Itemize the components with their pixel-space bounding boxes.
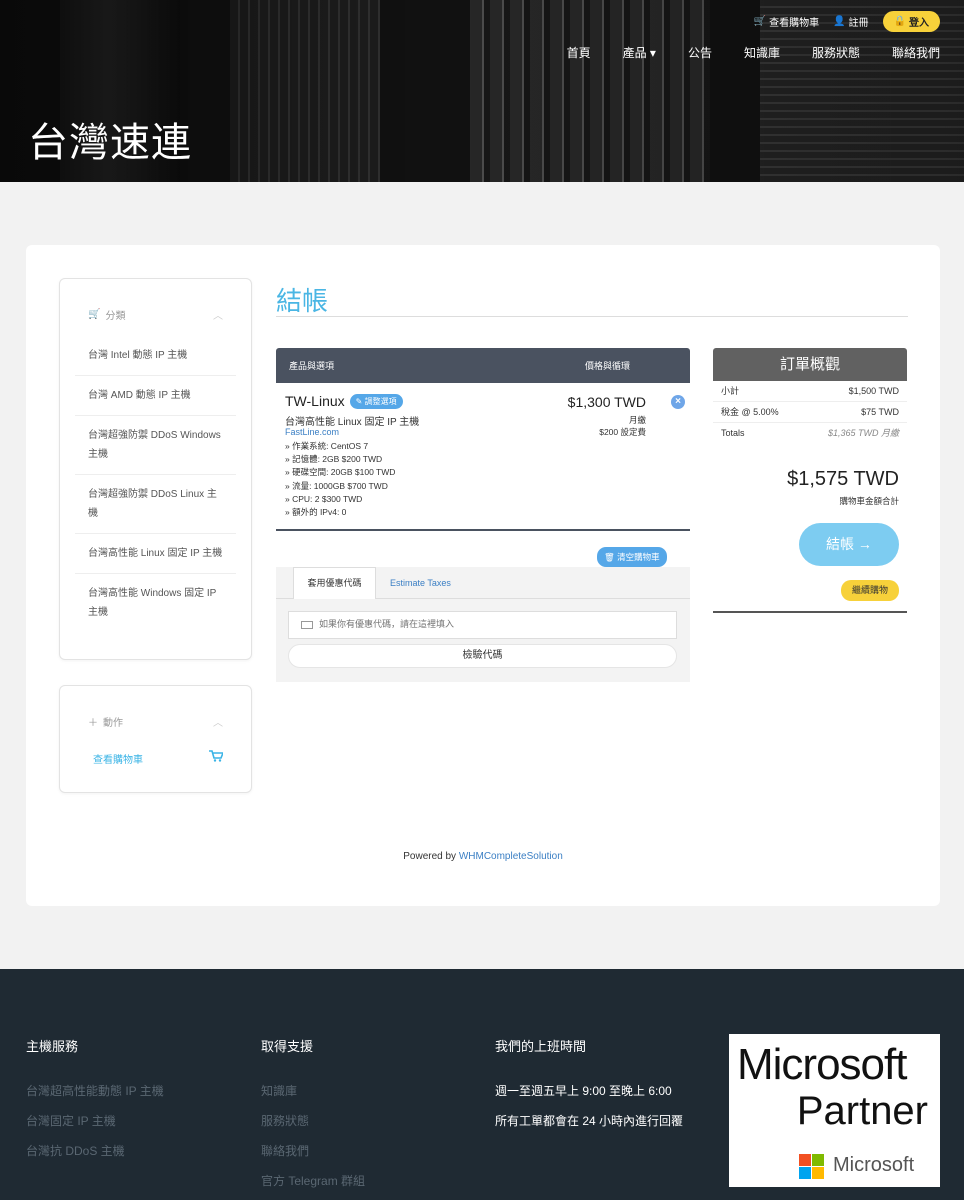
cart-table-header: 產品與選項 價格與循環 — [276, 348, 690, 383]
product-options: » 作業系統: CentOS 7 » 記憶體: 2GB $200 TWD » 硬… — [285, 440, 395, 519]
remove-item-icon[interactable]: × — [671, 395, 685, 409]
nav-products[interactable]: 產品 ▾ — [623, 44, 656, 61]
footer-link[interactable]: 聯絡我們 — [261, 1136, 365, 1166]
footer-link[interactable]: 台灣固定 IP 主機 — [26, 1106, 164, 1136]
brand-title[interactable]: 台灣速連 — [28, 110, 192, 168]
tax-row: 稅金 @ 5.00% $75 TWD — [713, 402, 907, 423]
lock-icon: 🔒 — [893, 16, 906, 27]
promo-code-input[interactable] — [288, 611, 677, 639]
category-header[interactable]: 🛒 分類 — [88, 307, 125, 322]
product-group: 台灣高性能 Linux 固定 IP 主機 — [285, 417, 420, 428]
main-panel: 🛒 分類 ︿ 台灣 Intel 動態 IP 主機 台灣 AMD 動態 IP 主機… — [26, 245, 940, 906]
footer-link[interactable]: 知識庫 — [261, 1076, 365, 1106]
edit-options-button[interactable]: ✎ 調整選項 — [349, 393, 403, 409]
footer-support: 取得支援 知識庫 服務狀態 聯絡我們 官方 Telegram 群組 — [261, 1036, 365, 1196]
cart-table: 產品與選項 價格與循環 TW-Linux ✎ 調整選項 台灣高性能 Linux … — [276, 348, 690, 531]
footer-link[interactable]: 官方 Telegram 群組 — [261, 1166, 365, 1196]
option-bandwidth: » 流量: 1000GB $700 TWD — [285, 480, 388, 491]
chevron-up-icon[interactable]: ︿ — [213, 307, 223, 322]
nav-contact[interactable]: 聯絡我們 — [892, 44, 940, 61]
empty-cart-button[interactable]: 🗑 清空購物車 — [597, 547, 667, 567]
sidebar-item-amd-dynamic[interactable]: 台灣 AMD 動態 IP 主機 — [75, 376, 236, 416]
summary-title: 訂單概觀 — [713, 348, 907, 381]
page-title: 結帳 — [276, 287, 329, 317]
item-price: $1,300 TWD — [567, 394, 646, 410]
continue-shopping-button[interactable]: 繼續購物 — [841, 580, 899, 601]
category-sidebar: 🛒 分類 ︿ 台灣 Intel 動態 IP 主機 台灣 AMD 動態 IP 主機… — [59, 278, 252, 660]
option-cpu: » CPU: 2 $300 TWD — [285, 493, 363, 504]
tab-estimate-taxes[interactable]: Estimate Taxes — [390, 567, 451, 599]
trash-icon: 🗑 — [604, 552, 615, 562]
cart-icon: 🛒 — [753, 16, 767, 27]
footer-link[interactable]: 台灣抗 DDoS 主機 — [26, 1136, 164, 1166]
ticket-icon — [301, 621, 313, 629]
hero-header: 🛒 查看購物車 👤 註冊 🔒 登入 首頁 產品 ▾ 公告 知識庫 服務狀態 聯絡… — [0, 0, 964, 182]
main-nav: 首頁 產品 ▾ 公告 知識庫 服務狀態 聯絡我們 — [535, 44, 940, 61]
product-name: TW-Linux ✎ 調整選項 — [285, 393, 403, 409]
top-utility-bar: 🛒 查看購物車 👤 註冊 🔒 登入 — [754, 11, 940, 32]
view-cart-link[interactable]: 🛒 查看購物車 — [754, 14, 819, 29]
cart-icon — [209, 750, 223, 762]
cart-icon: 🛒 — [88, 309, 101, 320]
sidebar-item-ddos-linux[interactable]: 台灣超強防禦 DDoS Linux 主機 — [75, 475, 236, 534]
plus-icon: ＋ — [88, 718, 98, 729]
footer-link[interactable]: 服務狀態 — [261, 1106, 365, 1136]
validate-code-button[interactable]: 檢驗代碼 — [288, 644, 677, 668]
actions-sidebar: ＋ 動作 ︿ 查看購物車 — [59, 685, 252, 793]
col-product: 產品與選項 — [289, 361, 335, 371]
powered-by: Powered by WHMCompleteSolution — [403, 851, 563, 862]
view-cart-action[interactable]: 查看購物車 — [93, 751, 143, 766]
divider — [276, 316, 908, 317]
subtotal-row: 小計 $1,500 TWD — [713, 381, 907, 402]
sidebar-item-ddos-windows[interactable]: 台灣超強防禦 DDoS Windows 主機 — [75, 416, 236, 475]
totals-row: Totals $1,365 TWD 月繳 — [721, 428, 899, 438]
nav-announcements[interactable]: 公告 — [688, 44, 712, 61]
microsoft-partner-badge: Microsoft Partner Microsoft — [729, 1034, 940, 1187]
tab-apply-coupon[interactable]: 套用優惠代碼 — [293, 567, 376, 599]
category-list: 台灣 Intel 動態 IP 主機 台灣 AMD 動態 IP 主機 台灣超強防禦… — [60, 336, 251, 632]
col-price: 價格與循環 — [584, 361, 630, 371]
register-link[interactable]: 👤 註冊 — [833, 14, 868, 29]
chevron-up-icon[interactable]: ︿ — [213, 714, 223, 729]
microsoft-logo-icon — [799, 1154, 824, 1179]
item-cycle: 月繳 $200 設定費 — [599, 415, 646, 437]
grand-total: $1,575 TWD — [787, 468, 899, 490]
nav-server-status[interactable]: 服務狀態 — [812, 44, 860, 61]
option-memory: » 記憶體: 2GB $200 TWD — [285, 454, 383, 465]
grand-total-label: 購物車金額合計 — [839, 496, 899, 506]
option-disk: » 硬碟空間: 20GB $100 TWD — [285, 467, 396, 478]
login-button[interactable]: 🔒 登入 — [882, 11, 940, 32]
actions-header[interactable]: ＋ 動作 — [88, 714, 123, 729]
footer-hours: 我們的上班時間 週一至週五早上 9:00 至晚上 6:00 所有工單都會在 24… — [495, 1039, 684, 1128]
promo-panel: 套用優惠代碼 Estimate Taxes 檢驗代碼 — [276, 567, 690, 682]
nav-home[interactable]: 首頁 — [567, 44, 591, 61]
sidebar-item-intel-dynamic[interactable]: 台灣 Intel 動態 IP 主機 — [75, 336, 236, 376]
checkout-button[interactable]: 結帳 → — [799, 523, 899, 566]
nav-knowledgebase[interactable]: 知識庫 — [744, 44, 780, 61]
order-summary: 訂單概觀 小計 $1,500 TWD 稅金 @ 5.00% $75 TWD To… — [713, 348, 907, 613]
whmcs-link[interactable]: WHMCompleteSolution — [459, 851, 563, 862]
option-os: » 作業系統: CentOS 7 — [285, 441, 369, 451]
product-domain: FastLine.com — [285, 427, 340, 437]
option-ipv4: » 額外的 IPv4: 0 — [285, 507, 347, 518]
sidebar-item-windows-fixed[interactable]: 台灣高性能 Windows 固定 IP 主機 — [75, 574, 236, 632]
sidebar-item-linux-fixed[interactable]: 台灣高性能 Linux 固定 IP 主機 — [75, 534, 236, 574]
footer-link[interactable]: 台灣超高性能動態 IP 主機 — [26, 1076, 164, 1106]
cart-item: TW-Linux ✎ 調整選項 台灣高性能 Linux 固定 IP 主機 Fas… — [276, 383, 690, 531]
user-plus-icon: 👤 — [833, 16, 846, 27]
footer-hosting: 主機服務 台灣超高性能動態 IP 主機 台灣固定 IP 主機 台灣抗 DDoS … — [26, 1036, 164, 1166]
